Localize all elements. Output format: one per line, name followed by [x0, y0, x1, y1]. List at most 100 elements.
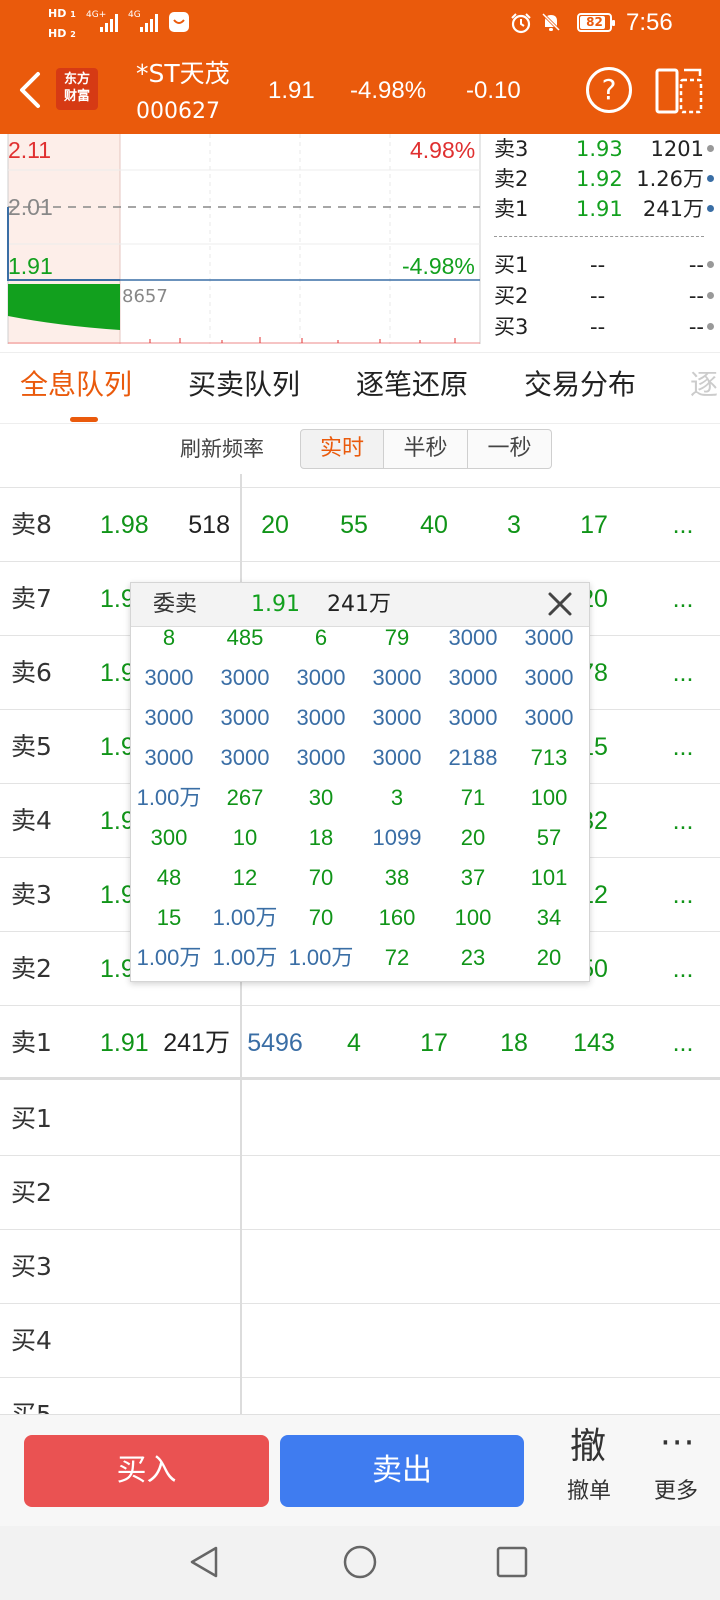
popup-order-cell: 3000 — [448, 665, 498, 690]
table-row[interactable]: 买4 — [0, 1304, 720, 1378]
tab-trade-distribution[interactable]: 交易分布 — [524, 365, 636, 405]
table-row[interactable]: 买5 — [0, 1378, 720, 1414]
orderbook-dot-icon — [707, 292, 714, 299]
row-more-indicator: ... — [672, 659, 694, 687]
action-bar: 买入 卖出 撤 撤单 ··· 更多 — [0, 1414, 720, 1526]
net2-label: 4G — [128, 10, 141, 20]
stock-name: *ST天茂 — [136, 59, 230, 88]
status-clock: 7:56 — [626, 9, 673, 36]
row-volume: 518 — [188, 511, 230, 539]
popup-order-cell: 3000 — [296, 745, 346, 770]
more-icon[interactable]: ··· — [660, 1423, 695, 1463]
row-level-label: 卖7 — [11, 584, 52, 613]
refresh-option-realtime[interactable]: 实时 — [300, 429, 384, 469]
orderbook-dot-icon — [707, 261, 714, 268]
orderbook-volume: 1.26万 — [636, 167, 704, 191]
popup-order-cell: 160 — [378, 905, 416, 930]
table-row[interactable]: 买3 — [0, 1230, 720, 1304]
tab-tick-restore[interactable]: 逐笔还原 — [356, 365, 468, 405]
chart-mid-label: 2.01 — [8, 194, 53, 220]
help-button[interactable]: ? — [586, 67, 632, 113]
app-screen: HD 1 HD 2 4G+ 4G 82 7:56 东方 财富 *ST天茂 000… — [0, 0, 720, 1600]
popup-order-cell: 300 — [150, 825, 188, 850]
popup-order-cell: 18 — [308, 825, 334, 850]
layout-toggle-button[interactable] — [654, 66, 704, 116]
popup-order-cell: 20 — [460, 825, 486, 850]
row-level-label: 买4 — [11, 1326, 52, 1355]
popup-order-cell: 20 — [536, 945, 562, 970]
orderbook-price: 1.91 — [576, 197, 623, 221]
row-more-indicator: ... — [672, 585, 694, 613]
stock-code: 000627 — [136, 99, 220, 124]
popup-order-cell: 485 — [226, 625, 264, 650]
close-icon[interactable] — [543, 587, 577, 621]
orderbook-label: 卖3 — [494, 137, 529, 161]
popup-order-cell: 12 — [232, 865, 258, 890]
refresh-rate-label: 刷新频率 — [180, 437, 264, 461]
popup-order-cell: 3000 — [144, 665, 194, 690]
row-level-label: 买2 — [11, 1178, 52, 1207]
popup-order-cell: 3 — [390, 785, 404, 810]
table-row[interactable]: 买2 — [0, 1156, 720, 1230]
orderbook-label: 买2 — [494, 284, 529, 308]
orderbook-sell3: 卖3 1.93 1201 — [494, 134, 714, 164]
row-more-indicator: ... — [672, 881, 694, 909]
popup-order-cell: 71 — [460, 785, 486, 810]
stock-change-pct: -4.98% — [350, 77, 427, 104]
cancel-order-icon[interactable]: 撤 — [570, 1425, 606, 1469]
row-level-label: 卖4 — [11, 806, 52, 835]
refresh-option-one-second[interactable]: 一秒 — [468, 429, 552, 469]
sell-button[interactable]: 卖出 — [280, 1435, 524, 1507]
popup-order-cell: 48 — [156, 865, 182, 890]
orderbook-label: 卖1 — [494, 197, 529, 221]
popup-order-cell: 57 — [536, 825, 562, 850]
logo-line1: 东方 — [63, 72, 90, 87]
popup-total: 241万 — [327, 592, 391, 617]
row-more-indicator: ... — [672, 511, 694, 539]
system-nav-bar — [0, 1526, 720, 1600]
orderbook-sell1: 卖1 1.91 241万 — [494, 194, 714, 224]
back-button[interactable] — [14, 70, 50, 110]
popup-order-cell: 1.00万 — [212, 945, 278, 970]
buy-button[interactable]: 买入 — [24, 1435, 269, 1507]
popup-order-cell: 3000 — [524, 665, 574, 690]
orderbook-price: 1.93 — [576, 137, 623, 161]
popup-order-cell: 1.00万 — [212, 905, 278, 930]
row-queue-cell: 55 — [340, 511, 368, 539]
tab-bid-ask-queue[interactable]: 买卖队列 — [188, 365, 300, 405]
popup-order-cell: 3000 — [372, 745, 422, 770]
cancel-order-button[interactable]: 撤单 — [567, 1477, 611, 1507]
row-queue-cell: 17 — [420, 1029, 448, 1057]
sell-queue-popup[interactable]: 委卖 1.91 241万 8 485 6 79 3000 3000 3000 3000 3000… — [130, 582, 590, 982]
popup-order-cell: 101 — [530, 865, 568, 890]
table-row[interactable]: 卖8 1.98 518 20 55 40 3 17... — [0, 488, 720, 562]
popup-header: 委卖 1.91 241万 — [131, 583, 589, 627]
popup-order-cell: 23 — [460, 945, 486, 970]
refresh-rate-bar: 刷新频率 实时 半秒 一秒 — [0, 424, 720, 474]
order-book[interactable]: 卖3 1.93 1201 卖2 1.92 1.26万 卖1 1.91 241万 … — [494, 134, 720, 352]
logo-line2: 财富 — [63, 89, 90, 104]
popup-order-cell: 79 — [384, 625, 410, 650]
nav-back-icon[interactable] — [186, 1544, 222, 1580]
popup-order-cell: 3000 — [524, 705, 574, 730]
tab-full-queue[interactable]: 全息队列 — [20, 365, 132, 405]
table-row[interactable]: 买1 — [0, 1082, 720, 1156]
tab-overflow[interactable]: 逐 — [690, 365, 720, 405]
popup-order-cell: 3000 — [144, 745, 194, 770]
battery-icon: 82 — [577, 13, 615, 32]
orderbook-dot-icon — [707, 145, 714, 152]
popup-order-cell: 1099 — [372, 825, 422, 850]
more-button[interactable]: 更多 — [654, 1477, 698, 1507]
orderbook-price: -- — [590, 284, 606, 308]
top-bar: HD 1 HD 2 4G+ 4G 82 7:56 东方 财富 *ST天茂 000… — [0, 0, 720, 134]
orderbook-price: -- — [590, 253, 606, 277]
orderbook-buy1: 买1 -- -- — [494, 250, 714, 280]
row-level-label: 卖1 — [11, 1028, 52, 1057]
intraday-chart[interactable]: 2.11 2.01 1.91 4.98% -4.98% 8657 — [0, 134, 490, 352]
popup-order-cell: 3000 — [220, 665, 270, 690]
popup-order-cell: 1.00万 — [136, 945, 202, 970]
nav-recents-icon[interactable] — [494, 1544, 530, 1580]
nav-home-icon[interactable] — [342, 1544, 378, 1580]
table-row[interactable]: 卖1 1.91 241万 5496 4 17 18 143... — [0, 1006, 720, 1080]
refresh-option-half-second[interactable]: 半秒 — [384, 429, 468, 469]
